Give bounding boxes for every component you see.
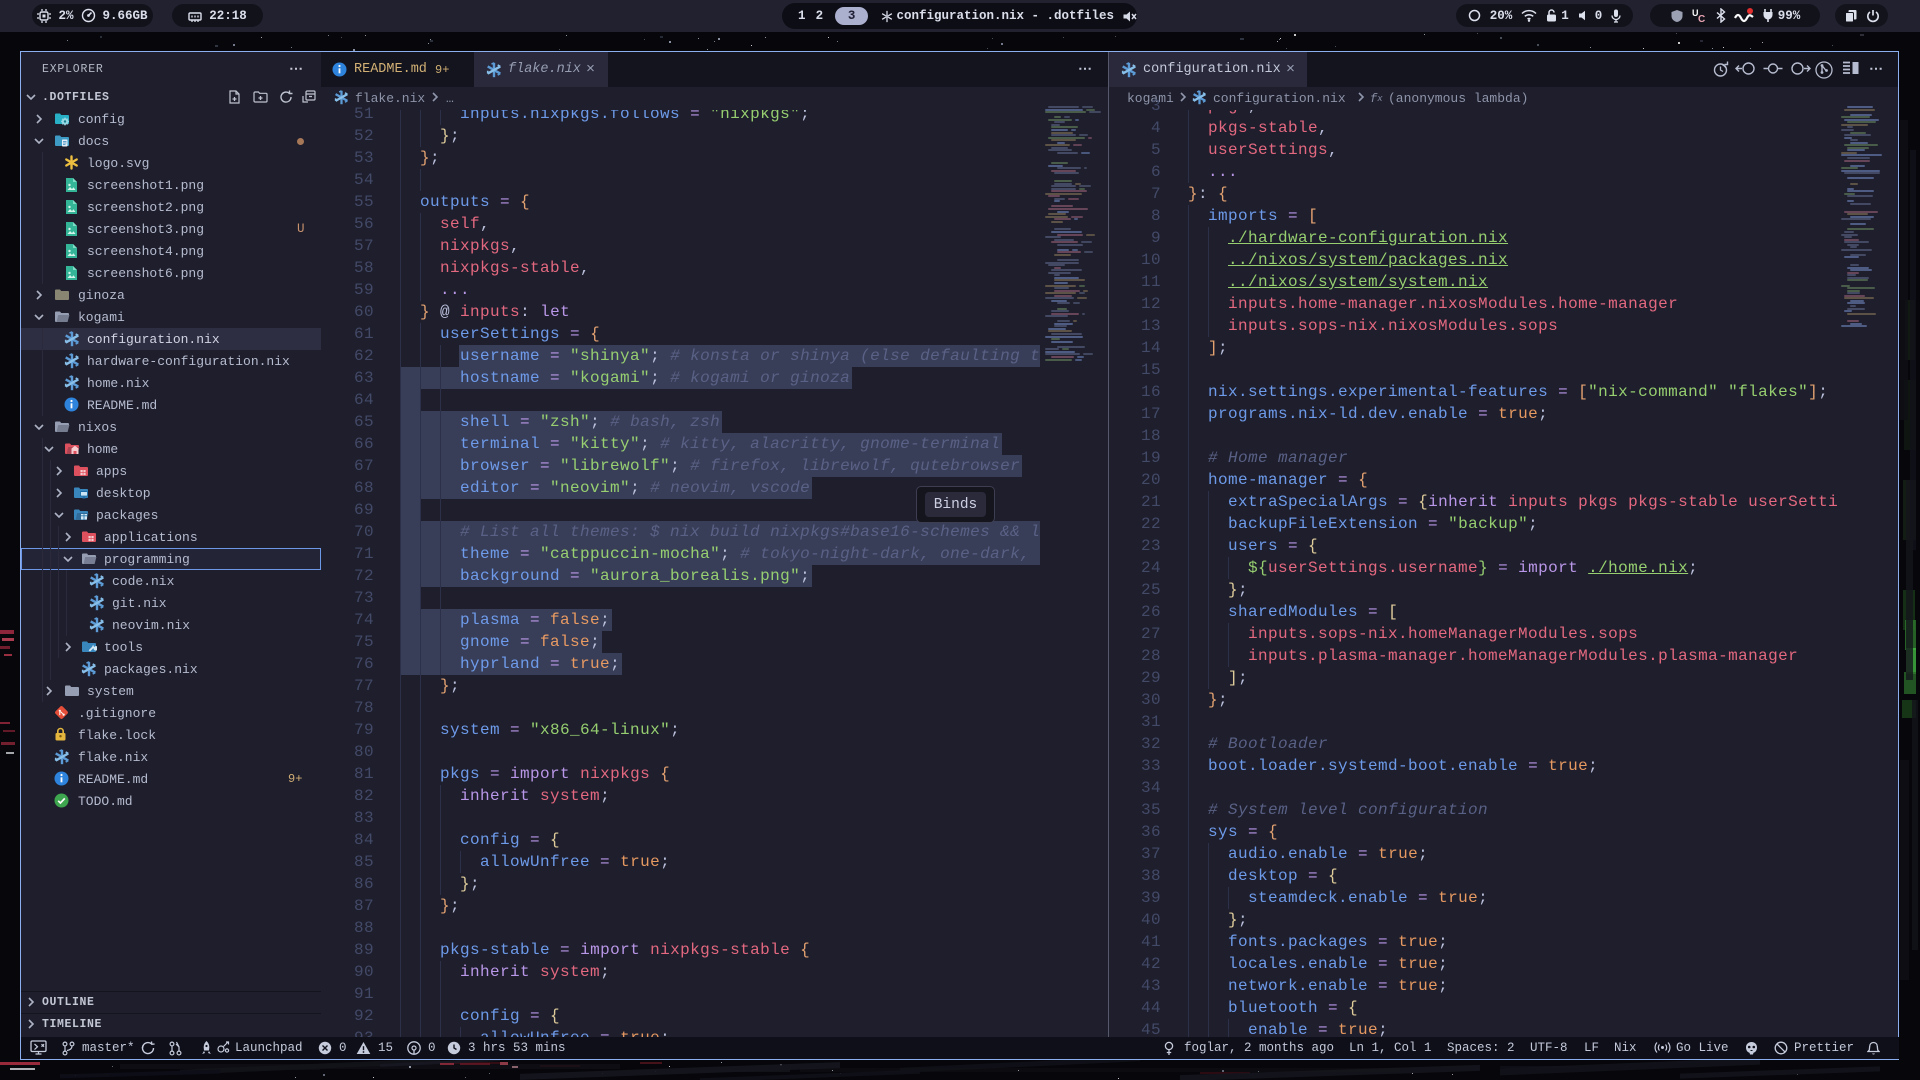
svg-text:C: C	[1698, 14, 1705, 23]
